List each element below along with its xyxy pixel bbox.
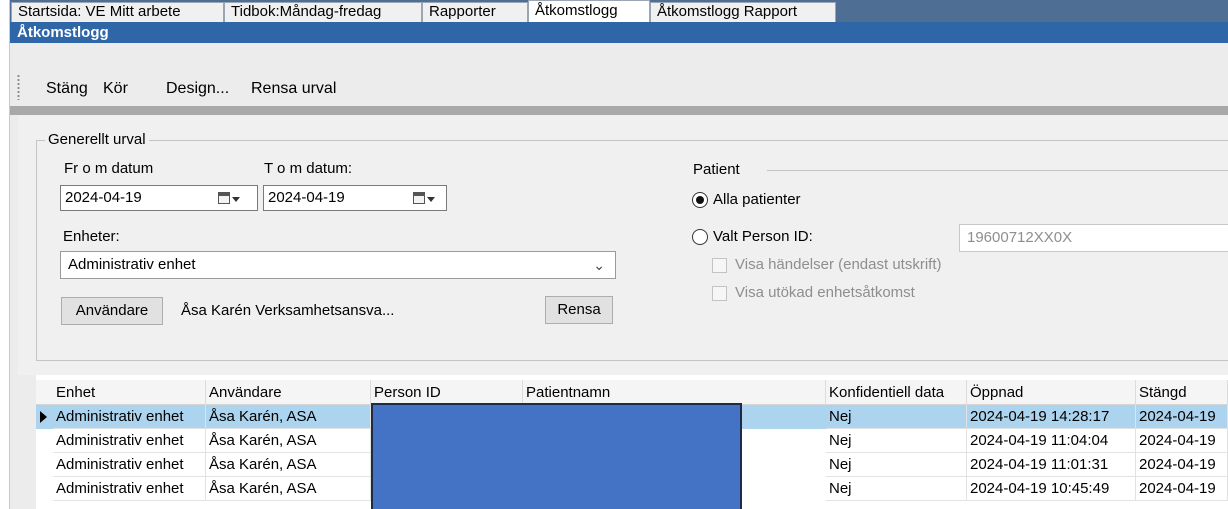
cell-anvandare: Åsa Karén, ASA: [206, 405, 371, 429]
left-frame-strip: [0, 0, 10, 509]
show-extended-label: Visa utökad enhetsåtkomst: [735, 284, 915, 301]
from-date-label: Fr o m datum: [64, 160, 154, 177]
cell-enhet: Administrativ enhet: [53, 477, 206, 501]
cell-konfidentiell: Nej: [826, 477, 967, 501]
cell-enhet: Administrativ enhet: [53, 453, 206, 477]
cell-anvandare: Åsa Karén, ASA: [206, 477, 371, 501]
column-header-person-id[interactable]: Person ID: [371, 380, 523, 405]
close-button[interactable]: Stäng: [46, 80, 88, 98]
window-title: Åtkomstlogg: [10, 22, 1228, 43]
column-header-oppnad[interactable]: Öppnad: [967, 380, 1136, 405]
cell-oppnad: 2024-04-19 14:28:17: [967, 405, 1136, 429]
user-button[interactable]: Användare: [61, 297, 163, 325]
grid-header: Enhet Användare Person ID Patientnamn Ko…: [36, 380, 1228, 405]
units-select[interactable]: Administrativ enhet ⌄: [60, 251, 616, 279]
tab-startsida[interactable]: Startsida: VE Mitt arbete: [11, 2, 224, 22]
person-id-label: Valt Person ID:: [713, 228, 813, 245]
group-title: Generellt urval: [45, 131, 149, 149]
patient-group-title: Patient: [693, 161, 740, 178]
cell-konfidentiell: Nej: [826, 429, 967, 453]
all-patients-label: Alla patienter: [713, 191, 801, 208]
units-label: Enheter:: [63, 228, 120, 245]
cell-konfidentiell: Nej: [826, 453, 967, 477]
run-button[interactable]: Kör: [103, 80, 128, 98]
column-header-anvandare[interactable]: Användare: [206, 380, 371, 405]
toolbar-separator: [10, 106, 1228, 115]
cell-stangd: 2024-04-19: [1136, 405, 1228, 429]
from-date-value: 2024-04-19: [65, 189, 142, 206]
show-events-checkbox[interactable]: [712, 258, 727, 273]
clear-selection-button[interactable]: Rensa urval: [251, 80, 336, 98]
person-id-input[interactable]: 19600712XX0X: [959, 224, 1228, 252]
clear-user-button[interactable]: Rensa: [545, 296, 613, 324]
show-events-label: Visa händelser (endast utskrift): [735, 256, 942, 273]
selected-user-text: Åsa Karén Verksamhetsansva...: [181, 302, 395, 319]
column-header-konfidentiell[interactable]: Konfidentiell data: [826, 380, 967, 405]
toolbar-grip-icon[interactable]: [17, 74, 20, 100]
all-patients-radio[interactable]: [692, 192, 708, 208]
cell-enhet: Administrativ enhet: [53, 405, 206, 429]
design-button[interactable]: Design...: [166, 80, 229, 98]
to-date-value: 2024-04-19: [268, 189, 345, 206]
tab-tidbok[interactable]: Tidbok:Måndag-fredag: [224, 2, 422, 22]
tab-atkomstlogg-rapport[interactable]: Åtkomstlogg Rapport: [650, 2, 836, 22]
cell-anvandare: Åsa Karén, ASA: [206, 453, 371, 477]
cell-oppnad: 2024-04-19 11:04:04: [967, 429, 1136, 453]
tab-bar: Startsida: VE Mitt arbete Tidbok:Måndag-…: [10, 0, 1228, 22]
to-date-label: T o m datum:: [264, 160, 353, 177]
from-calendar-icon[interactable]: [218, 189, 240, 207]
units-select-value: Administrativ enhet: [68, 256, 196, 273]
person-id-radio[interactable]: [692, 229, 708, 245]
cell-oppnad: 2024-04-19 10:45:49: [967, 477, 1136, 501]
column-header-patientnamn[interactable]: Patientnamn: [523, 380, 826, 405]
column-header-stangd[interactable]: Stängd: [1136, 380, 1228, 405]
cell-enhet: Administrativ enhet: [53, 429, 206, 453]
tab-rapporter[interactable]: Rapporter: [422, 2, 528, 22]
show-extended-checkbox[interactable]: [712, 286, 727, 301]
chevron-down-icon: ⌄: [593, 257, 605, 273]
cell-oppnad: 2024-04-19 11:01:31: [967, 453, 1136, 477]
current-row-pointer-icon: [40, 411, 47, 423]
cell-stangd: 2024-04-19: [1136, 429, 1228, 453]
cell-konfidentiell: Nej: [826, 405, 967, 429]
cell-stangd: 2024-04-19: [1136, 477, 1228, 501]
column-header-enhet[interactable]: Enhet: [53, 380, 206, 405]
redaction-block: [371, 403, 742, 509]
cell-stangd: 2024-04-19: [1136, 453, 1228, 477]
cell-anvandare: Åsa Karén, ASA: [206, 429, 371, 453]
tab-atkomstlogg[interactable]: Åtkomstlogg: [528, 0, 650, 22]
patient-group-divider: [767, 170, 1228, 171]
to-calendar-icon[interactable]: [413, 189, 435, 207]
